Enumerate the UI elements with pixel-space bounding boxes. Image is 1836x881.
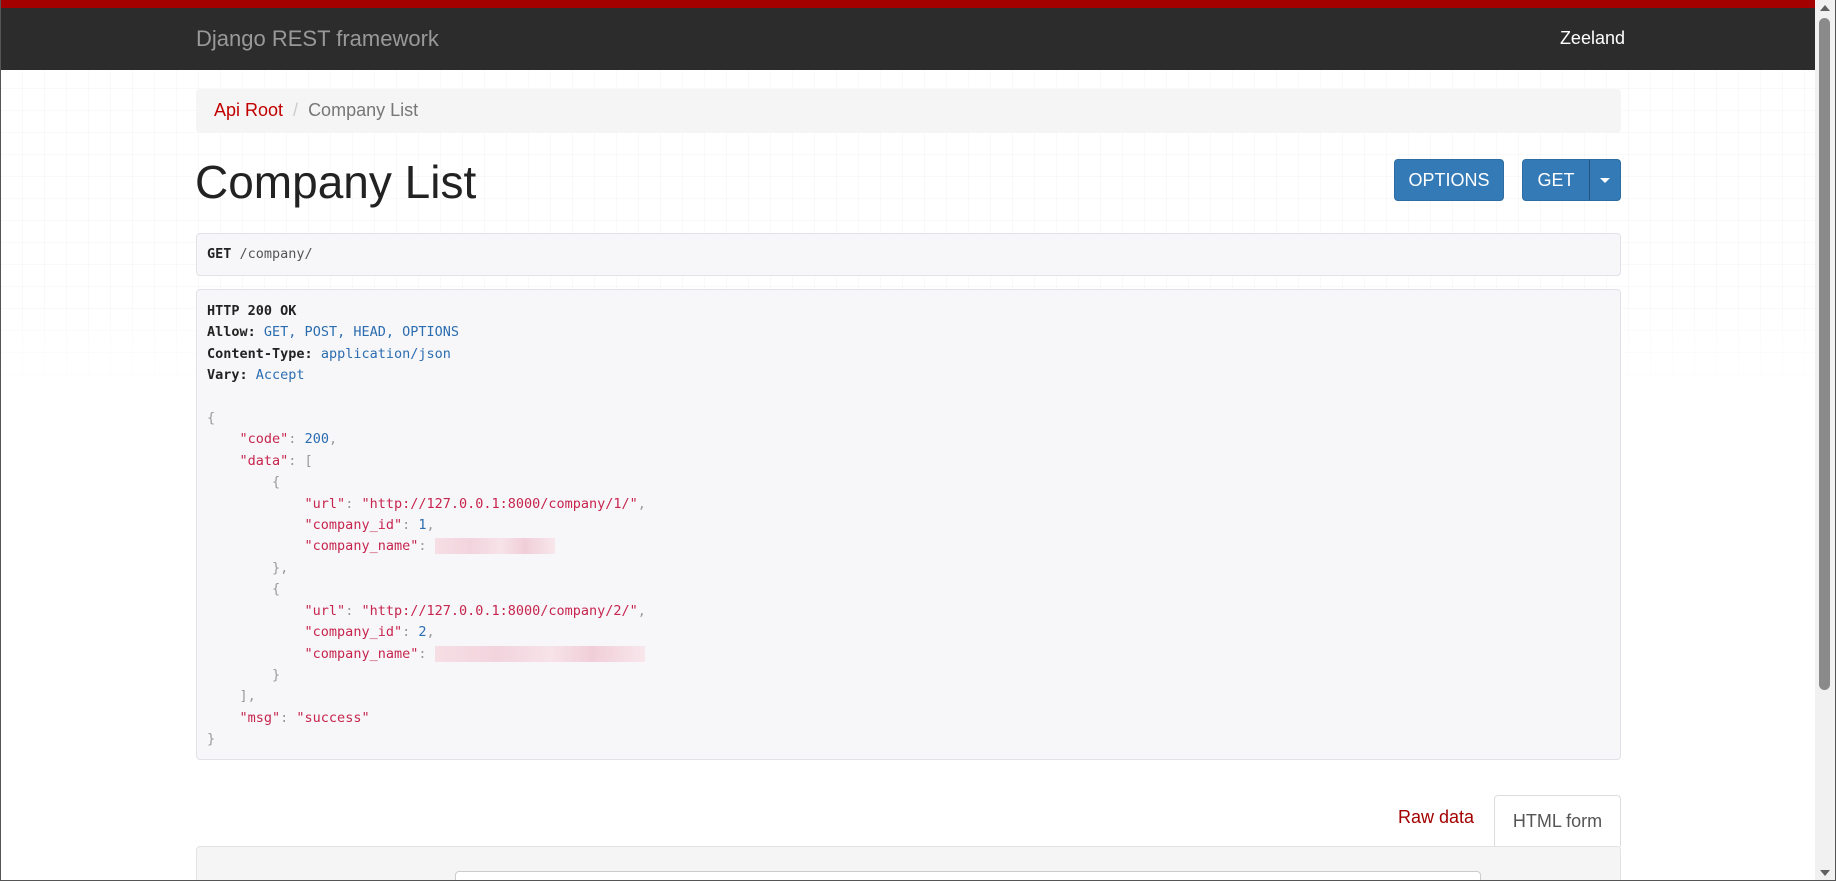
- scrollbar[interactable]: [1815, 0, 1835, 881]
- json-value-url: "http://127.0.0.1:8000/company/1/": [361, 495, 638, 512]
- navbar: Django REST framework Zeeland: [0, 0, 1815, 70]
- json-key-data: "data": [239, 452, 289, 469]
- json-value-url: "http://127.0.0.1:8000/company/2/": [361, 602, 638, 619]
- request-method: GET: [207, 246, 232, 262]
- json-value-company-id: 1: [418, 517, 427, 534]
- get-format-dropdown-button[interactable]: [1589, 159, 1621, 201]
- header-name: Content-Type:: [207, 345, 313, 362]
- options-button[interactable]: OPTIONS: [1394, 159, 1504, 201]
- header-value: Accept: [255, 367, 305, 384]
- json-key-company-id: "company_id": [304, 624, 403, 641]
- caret-down-icon: [1600, 177, 1610, 183]
- tab-raw-data[interactable]: Raw data: [1398, 807, 1474, 828]
- request-info: GET /company/: [196, 233, 1621, 276]
- header-name: Allow:: [207, 324, 256, 341]
- form-input[interactable]: [455, 871, 1481, 881]
- response-info: HTTP 200 OK Allow: GET, POST, HEAD, OPTI…: [196, 289, 1621, 760]
- scroll-up-icon[interactable]: [1820, 5, 1830, 11]
- header-value: GET, POST, HEAD, OPTIONS: [263, 324, 459, 341]
- breadcrumb-separator: /: [293, 100, 299, 120]
- breadcrumb-current: Company List: [308, 100, 419, 120]
- request-path: /company/: [239, 246, 313, 262]
- json-key-msg: "msg": [239, 709, 281, 726]
- response-status: HTTP 200 OK: [207, 303, 297, 319]
- json-key-url: "url": [304, 602, 346, 619]
- get-button[interactable]: GET: [1522, 159, 1590, 201]
- page-title: Company List: [195, 156, 477, 208]
- scrollbar-thumb[interactable]: [1819, 18, 1830, 690]
- json-key-company-id: "company_id": [304, 517, 403, 534]
- json-value-code: 200: [304, 431, 329, 448]
- scroll-down-icon[interactable]: [1820, 870, 1830, 876]
- redacted-value: [434, 645, 645, 662]
- breadcrumb-api-root[interactable]: Api Root: [214, 100, 283, 120]
- json-key-company-name: "company_name": [304, 538, 419, 555]
- redacted-value: [434, 538, 555, 555]
- header-name: Vary:: [207, 367, 248, 384]
- breadcrumb: Api Root / Company List: [196, 89, 1621, 133]
- header-value: application/json: [320, 345, 451, 362]
- brand-link[interactable]: Django REST framework: [196, 26, 439, 52]
- user-menu[interactable]: Zeeland: [1560, 28, 1625, 49]
- json-key-url: "url": [304, 495, 346, 512]
- json-key-company-name: "company_name": [304, 645, 419, 662]
- json-value-company-id: 2: [418, 624, 427, 641]
- json-key-code: "code": [239, 431, 289, 448]
- tab-html-form[interactable]: HTML form: [1494, 795, 1621, 847]
- json-value-msg: "success": [296, 709, 370, 726]
- html-form-panel: [196, 846, 1621, 881]
